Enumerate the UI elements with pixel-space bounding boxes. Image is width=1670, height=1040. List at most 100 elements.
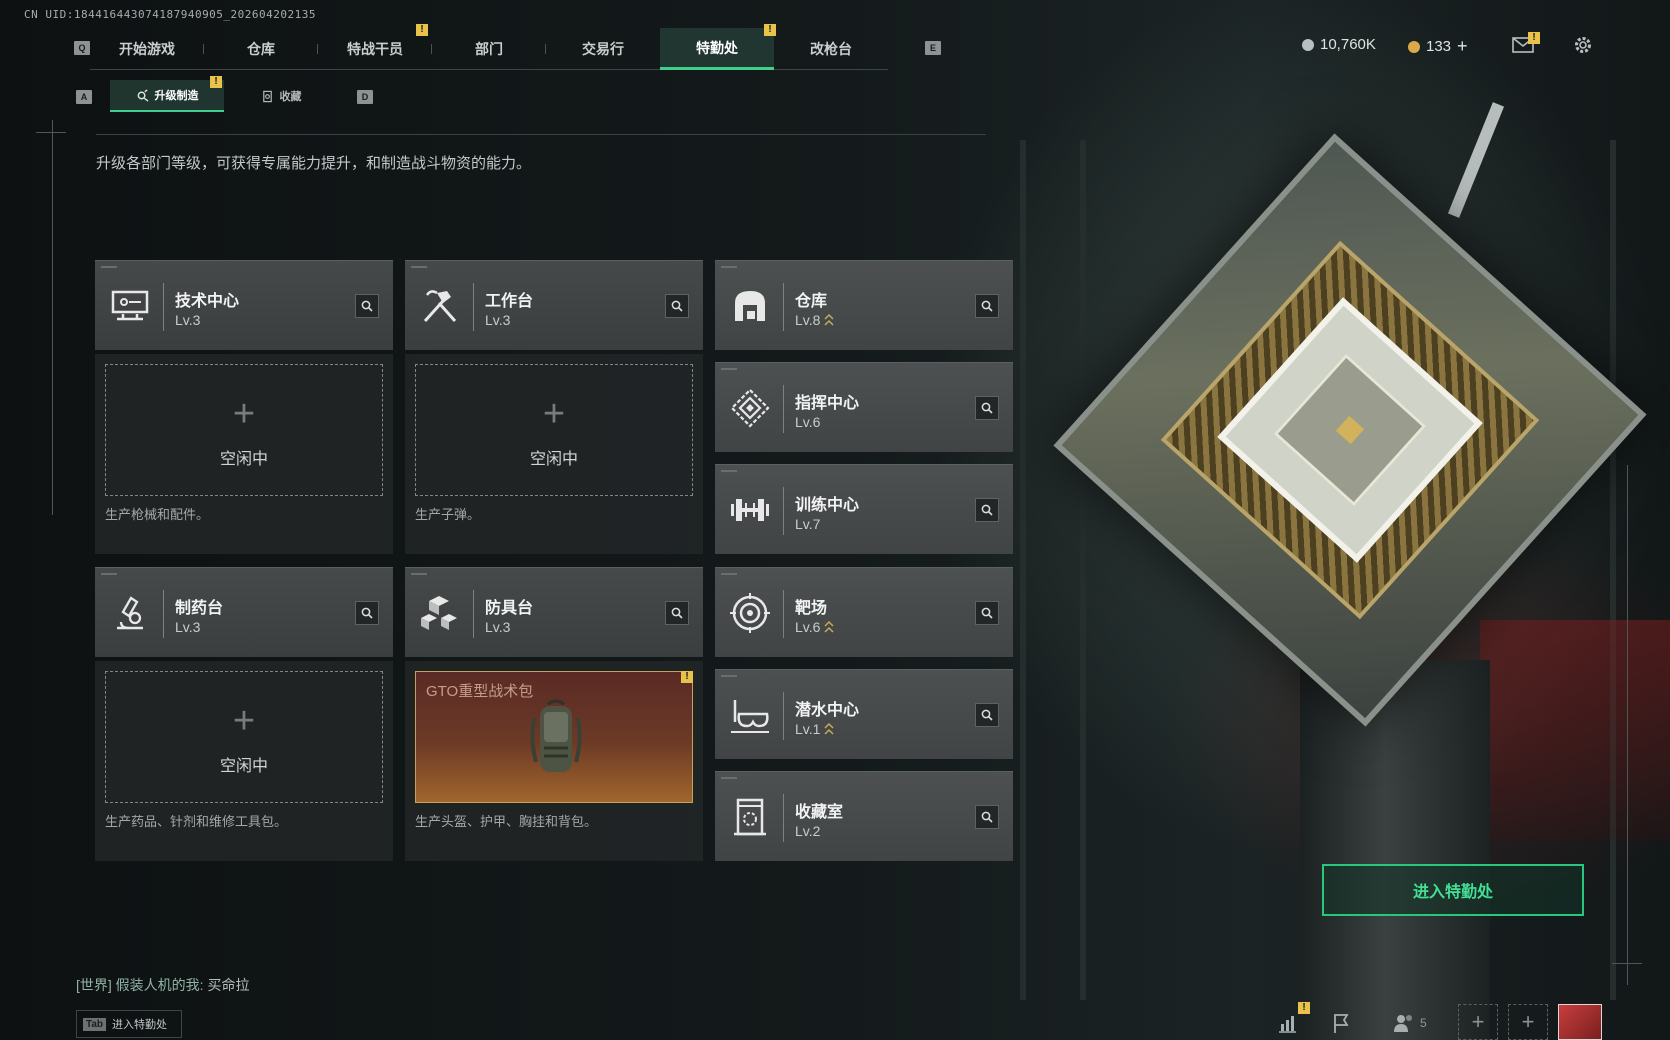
mail-button[interactable]: ! [1512, 32, 1540, 59]
backpack-icon [530, 699, 582, 772]
slot-status: 空闲中 [219, 758, 268, 775]
inspect-button[interactable] [665, 294, 689, 318]
dept-name: 制药台 [175, 600, 224, 617]
dept-name: 训练中心 [795, 497, 860, 514]
main-nav: 开始游戏 仓库 特战干员 ! 部门 交易行 特勤处 ! 改枪台 [90, 24, 888, 70]
production-panel: + 空闲中 生产枪械和配件。 [95, 354, 393, 554]
inspect-button[interactable] [975, 805, 999, 829]
upgrade-arrow-icon [824, 722, 834, 735]
dept-level: Lv.2 [795, 823, 821, 839]
tab-hint-button[interactable]: Tab 进入特勤处 [76, 1010, 182, 1038]
dept-card-collection-room[interactable]: 收藏室 Lv.2 [715, 771, 1013, 861]
scaffold-beam [1080, 140, 1086, 1000]
dept-card-training-center[interactable]: 训练中心 Lv.7 [715, 464, 1013, 554]
search-icon [671, 300, 683, 312]
nav-prev-key: Q [74, 41, 90, 55]
robot-arm [1447, 102, 1505, 218]
tab-collection[interactable]: 收藏 [224, 80, 338, 112]
training-center-icon [731, 499, 769, 521]
slot-status: 空闲中 [529, 451, 578, 468]
upgrade-arrow-icon [824, 313, 834, 326]
sub-nav: 升级制造 ! 收藏 [110, 76, 338, 112]
nav-next-key: E [925, 41, 941, 55]
tab-upgrade-craft[interactable]: 升级制造 ! [110, 76, 224, 112]
upgrade-gear-icon [137, 88, 148, 102]
inspect-button[interactable] [975, 601, 999, 625]
dept-level: Lv.1 [795, 721, 821, 737]
dept-card-storage[interactable]: 仓库 Lv.8 [715, 260, 1013, 350]
add-icon: + [542, 393, 566, 435]
frame-line [52, 120, 53, 515]
invite-slot-2[interactable]: + [1508, 1004, 1548, 1040]
inspect-button[interactable] [975, 703, 999, 727]
production-panel: GTO重型战术包 ! 生产头盔、护甲、胸挂和背包。 [405, 661, 703, 861]
workbench-icon [423, 290, 457, 323]
silver-coin-icon [1302, 38, 1314, 51]
tab-hint-label: 进入特勤处 [112, 1019, 168, 1031]
tab-department[interactable]: 部门 [432, 28, 546, 70]
dept-card-command-center[interactable]: 指挥中心 Lv.6 [715, 362, 1013, 452]
search-icon [981, 504, 993, 516]
dept-card-tech-center[interactable]: 技术中心 Lv.3 [95, 260, 393, 350]
dept-level: Lv.6 [795, 619, 821, 635]
dept-card-pharmacy[interactable]: 制药台 Lv.3 [95, 567, 393, 657]
silver-currency: 10,760K [1302, 36, 1376, 53]
upgrade-arrow-icon [824, 620, 834, 633]
tab-gunsmith[interactable]: 改枪台 [774, 28, 888, 70]
frame-line [1612, 963, 1642, 964]
friends-count: 5 [1420, 1016, 1427, 1030]
dept-card-diving-center[interactable]: 潜水中心 Lv.1 [715, 669, 1013, 759]
production-note: 生产子弹。 [415, 507, 481, 522]
add-icon: + [232, 393, 256, 435]
inspect-button[interactable] [975, 396, 999, 420]
diving-center-icon [731, 700, 769, 733]
notice-badge: ! [1528, 32, 1540, 44]
tab-special-ops[interactable]: 特勤处 ! [660, 24, 776, 70]
tab-operators[interactable]: 特战干员 ! [318, 24, 432, 70]
add-icon: + [232, 700, 256, 742]
inspect-button[interactable] [975, 498, 999, 522]
dept-card-armor-bench[interactable]: 防具台 Lv.3 [405, 567, 703, 657]
inspect-button[interactable] [355, 601, 379, 625]
tab-warehouse[interactable]: 仓库 [204, 28, 318, 70]
production-slot[interactable]: + 空闲中 [105, 364, 383, 496]
stats-button[interactable]: ! [1276, 1002, 1310, 1039]
search-icon [981, 709, 993, 721]
dept-card-workbench[interactable]: 工作台 Lv.3 [405, 260, 703, 350]
settings-button[interactable] [1572, 34, 1594, 61]
invite-slot-1[interactable]: + [1458, 1004, 1498, 1040]
inspect-button[interactable] [975, 294, 999, 318]
inspect-button[interactable] [665, 601, 689, 625]
enter-special-ops-button[interactable]: 进入特勤处 [1322, 864, 1584, 916]
subnav-next-key: D [357, 90, 373, 104]
tab-trading[interactable]: 交易行 [546, 28, 660, 70]
friends-button[interactable]: 5 [1392, 1012, 1427, 1034]
armor-bench-icon [421, 596, 457, 630]
production-item-slot[interactable]: GTO重型战术包 ! [415, 671, 693, 803]
flag-icon [1334, 1014, 1349, 1033]
production-slot[interactable]: + 空闲中 [105, 671, 383, 803]
gear-icon [1575, 37, 1591, 53]
tab-start-game[interactable]: 开始游戏 [90, 28, 204, 70]
tech-center-icon [111, 290, 149, 321]
page-description: 升级各部门等级，可获得专属能力提升，和制造战斗物资的能力。 [96, 155, 532, 172]
production-note: 生产头盔、护甲、胸挂和背包。 [415, 814, 598, 829]
notice-badge: ! [1298, 1002, 1310, 1014]
search-icon [981, 607, 993, 619]
flag-button[interactable] [1330, 1012, 1352, 1039]
dept-card-shooting-range[interactable]: 靶场 Lv.6 [715, 567, 1013, 657]
avatar[interactable] [1558, 1004, 1602, 1040]
slot-status: 空闲中 [219, 451, 268, 468]
world-chat-line[interactable]: [世界] 假装人机的我: 买命拉 [76, 975, 249, 995]
production-slot[interactable]: + 空闲中 [415, 364, 693, 496]
item-name: GTO重型战术包 [426, 683, 534, 700]
search-icon [981, 300, 993, 312]
pharmacy-icon [117, 596, 143, 630]
inspect-button[interactable] [355, 294, 379, 318]
dept-level: Lv.3 [175, 312, 201, 328]
dept-name: 指挥中心 [795, 395, 860, 412]
scaffold-beam [1020, 140, 1026, 1000]
search-icon [981, 811, 993, 823]
add-currency-button[interactable]: + [1457, 36, 1468, 57]
frame-line [1627, 465, 1628, 985]
